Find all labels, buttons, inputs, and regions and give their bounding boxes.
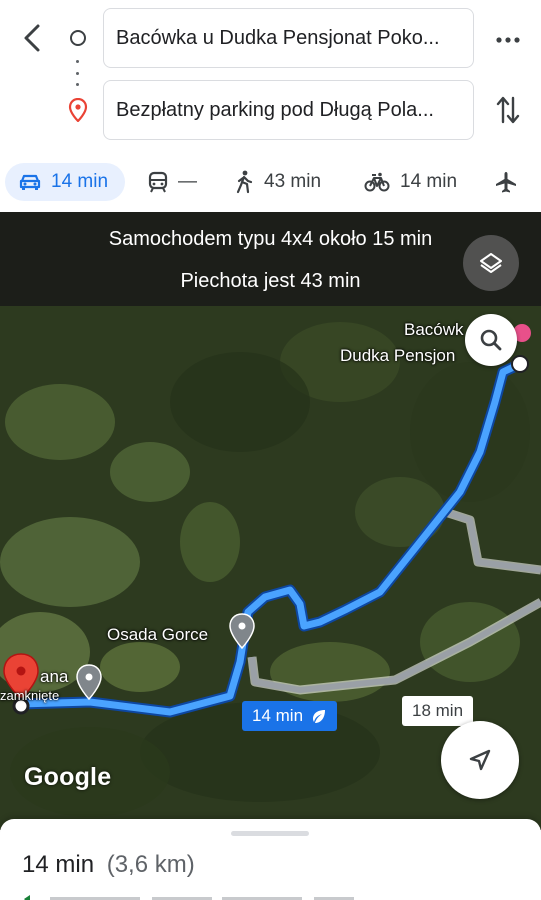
banner-walk-text: Piechota jest 43 min <box>180 270 361 292</box>
poi-label-osada-gorce[interactable]: Osada Gorce <box>107 625 208 645</box>
route-info-banner: Samochodem typu 4x4 około 15 min Piechot… <box>0 212 541 306</box>
route-time-main-text: 14 min <box>252 706 304 725</box>
flight-icon <box>496 172 516 193</box>
route-header: Bacówka u Dudka Pensjonat Poko... Bezpła… <box>0 0 541 150</box>
map-search-button[interactable] <box>465 314 517 366</box>
route-distance: (3,6 km) <box>106 851 195 878</box>
tab-bike-label: 14 min <box>400 171 458 192</box>
route-time-alt-text: 18 min <box>412 701 464 720</box>
route-time-tag-alt[interactable]: 18 min <box>402 696 474 726</box>
sheet-drag-handle[interactable] <box>231 831 309 836</box>
car-icon <box>19 174 41 190</box>
origin-label-line1: ana <box>40 667 69 686</box>
eco-leaf-icon <box>313 710 326 723</box>
route-dots-icon <box>76 60 80 86</box>
tab-car[interactable]: 14 min <box>5 163 125 201</box>
cut-off-subtitle-line <box>24 895 354 900</box>
tab-transit[interactable]: — <box>148 163 197 201</box>
banner-4x4-text: Samochodem typu 4x4 około 15 min <box>108 228 433 250</box>
start-navigation-button[interactable] <box>441 721 519 799</box>
back-button[interactable] <box>14 20 50 56</box>
destination-label-line1: Bacówk <box>404 320 464 339</box>
route-summary-sheet[interactable]: 14 min (3,6 km) <box>0 819 541 900</box>
route-time-tag-main[interactable]: 14 min <box>242 701 338 731</box>
tab-car-label: 14 min <box>51 171 109 192</box>
google-attribution-logo: Google <box>24 763 112 791</box>
swap-arrows-icon <box>496 96 520 124</box>
destination-field[interactable]: Bezpłatny parking pod Długą Pola... <box>103 80 474 140</box>
tab-bike[interactable]: 14 min <box>364 163 457 201</box>
origin-circle-icon <box>70 30 86 46</box>
swap-button[interactable] <box>490 92 526 128</box>
walk-icon <box>236 170 253 194</box>
transit-icon <box>148 171 168 193</box>
back-arrow-icon <box>24 24 40 52</box>
navigation-arrow-icon <box>469 749 491 771</box>
tab-flight[interactable] <box>494 163 518 201</box>
destination-label-line2: Dudka Pensjon <box>340 346 456 365</box>
origin-field[interactable]: Bacówka u Dudka Pensjonat Poko... <box>103 8 474 68</box>
layers-icon <box>480 253 502 273</box>
travel-mode-tabs: 14 min — 43 min 14 min <box>0 155 541 211</box>
tab-transit-label: — <box>178 171 197 192</box>
route-duration: 14 min <box>22 851 95 878</box>
route-summary: 14 min (3,6 km) <box>22 851 195 879</box>
tab-walk-label: 43 min <box>264 171 322 192</box>
map-view[interactable]: Samochodem typu 4x4 około 15 min Piechot… <box>0 212 541 830</box>
bike-icon <box>364 172 390 192</box>
search-icon <box>480 329 502 351</box>
layers-button[interactable] <box>463 235 519 291</box>
more-dots-icon <box>496 37 520 43</box>
more-options-button[interactable] <box>490 22 526 58</box>
tab-walk[interactable]: 43 min <box>234 163 321 201</box>
destination-pin-icon <box>68 98 88 122</box>
origin-label-line2: zamknięte <box>0 688 60 703</box>
